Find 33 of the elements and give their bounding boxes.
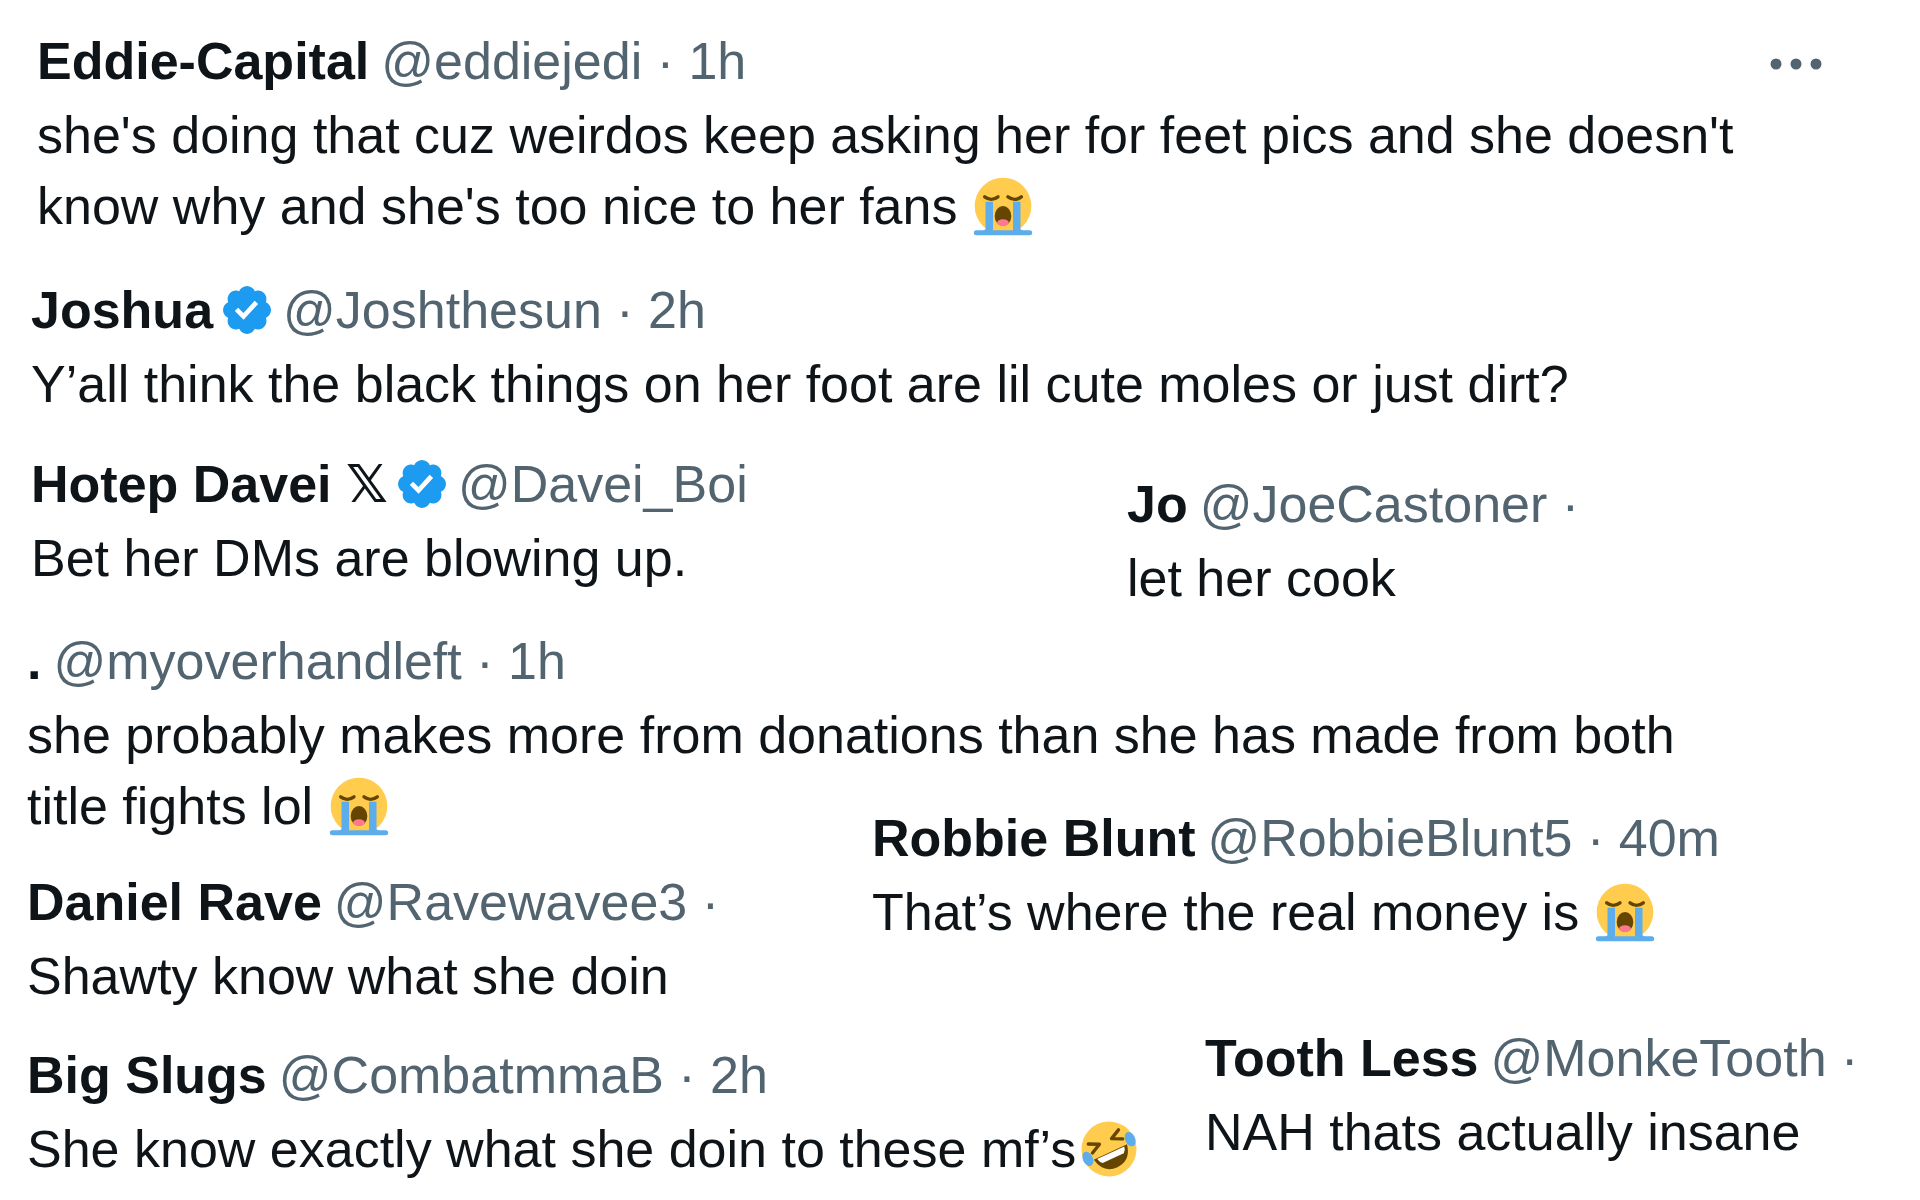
- handle-and-time[interactable]: @Davei_Boi: [457, 454, 748, 514]
- handle-and-time[interactable]: @MonkeTooth ·: [1490, 1028, 1859, 1088]
- author-name[interactable]: Hotep Davei 𝕏: [31, 454, 388, 514]
- crying-face-icon: [1595, 881, 1656, 942]
- reply-text-line: NAH thats actually insane: [1205, 1101, 1801, 1162]
- author-name[interactable]: Big Slugs: [27, 1045, 267, 1105]
- reply-text-line: Bet her DMs are blowing up.: [31, 527, 688, 588]
- reply-text-line: know why and she's too nice to her fans: [37, 175, 958, 236]
- handle-and-time[interactable]: @myoverhandleft · 1h: [53, 631, 566, 691]
- author-name[interactable]: .: [27, 631, 42, 691]
- reply-text-line: She know exactly what she doin to these mf’s: [27, 1118, 1077, 1179]
- handle-and-time[interactable]: @eddiejedi · 1h: [381, 31, 747, 91]
- author-name[interactable]: Eddie-Capital: [37, 31, 370, 91]
- reply-text-line: she probably makes more from donations than she has made from both: [27, 704, 1675, 765]
- reply-text-line: Shawty know what she doin: [27, 945, 669, 1006]
- reply-text-line: let her cook: [1127, 547, 1396, 608]
- handle-and-time[interactable]: @Joshthesun · 2h: [283, 280, 706, 340]
- author-name[interactable]: Jo: [1127, 474, 1188, 534]
- handle-and-time[interactable]: @RobbieBlunt5 · 40m: [1207, 808, 1720, 868]
- author-name[interactable]: Joshua: [31, 280, 214, 340]
- handle-and-time[interactable]: @Ravewavee3 ·: [333, 872, 719, 932]
- crying-face-icon: [329, 775, 390, 836]
- author-name[interactable]: Tooth Less: [1205, 1028, 1479, 1088]
- reply-text-line: title fights lol: [27, 775, 314, 836]
- author-name[interactable]: Robbie Blunt: [872, 808, 1196, 868]
- more-options-icon[interactable]: [1770, 58, 1822, 70]
- reply-text-line: Y’all think the black things on her foot are lil cute moles or just dirt?: [31, 353, 1569, 414]
- crying-face-icon: [973, 175, 1034, 236]
- reply-text-line: she's doing that cuz weirdos keep asking her for feet pics and she doesn't: [37, 104, 1734, 165]
- handle-and-time[interactable]: @CombatmmaB · 2h: [278, 1045, 768, 1105]
- reply-text-line: That’s where the real money is: [872, 881, 1580, 942]
- author-name[interactable]: Daniel Rave: [27, 872, 322, 932]
- handle-and-time[interactable]: @JoeCastoner ·: [1199, 474, 1580, 534]
